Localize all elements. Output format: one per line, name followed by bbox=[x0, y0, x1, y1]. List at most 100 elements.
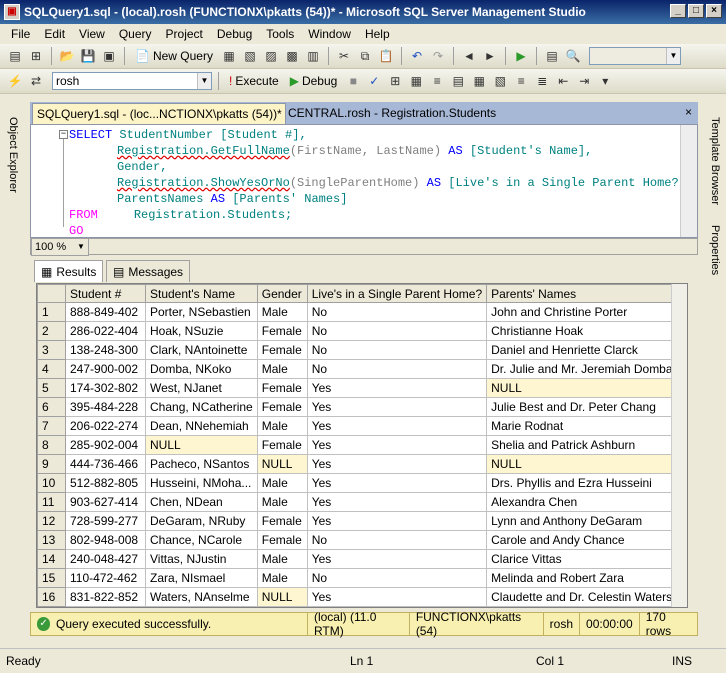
table-cell[interactable]: 138-248-300 bbox=[65, 340, 146, 360]
table-cell[interactable]: Waters, NAnselme bbox=[145, 587, 258, 607]
table-cell[interactable]: Yes bbox=[306, 378, 488, 398]
zoom-dropdown-icon[interactable]: ▼ bbox=[74, 238, 88, 255]
table-cell[interactable]: Yes bbox=[306, 492, 488, 512]
template-browser-tab[interactable]: Template Browser bbox=[709, 117, 721, 205]
mdx-query-icon[interactable]: ▧ bbox=[241, 47, 259, 65]
table-row[interactable]: 12 728-599-277 DeGaram, NRuby Female Yes Lynn… bbox=[37, 511, 678, 531]
menu-edit[interactable]: Edit bbox=[37, 27, 72, 41]
specify-values-icon[interactable]: ▾ bbox=[596, 72, 614, 90]
table-row[interactable]: 14 240-048-427 Vittas, NJustin Male Yes Clari… bbox=[37, 549, 678, 569]
table-row[interactable]: 4 247-900-002 Domba, NKoko Male No Dr. Julie … bbox=[37, 359, 678, 379]
table-row[interactable]: 2 286-022-404 Hoak, NSuzie Female No Christia… bbox=[37, 321, 678, 341]
xmla-query-icon[interactable]: ▩ bbox=[283, 47, 301, 65]
table-row[interactable]: 9 444-736-466 Pacheco, NSantos NULL Yes NULL bbox=[37, 454, 678, 474]
table-row[interactable]: 7 206-022-274 Dean, NNehemiah Male Yes Marie … bbox=[37, 416, 678, 436]
tab-results[interactable]: ▦ Results bbox=[34, 260, 104, 282]
table-cell[interactable]: Clark, NAntoinette bbox=[145, 340, 258, 360]
table-cell[interactable]: Pacheco, NSantos bbox=[145, 454, 258, 474]
table-cell[interactable]: 174-302-802 bbox=[65, 378, 146, 398]
table-row[interactable]: 15 110-472-462 Zara, NIsmael Male No Melinda … bbox=[37, 568, 678, 588]
table-cell[interactable]: Yes bbox=[306, 473, 488, 493]
table-cell[interactable]: Drs. Phyllis and Ezra Husseini bbox=[486, 473, 678, 493]
start-debug-icon[interactable]: ▶ bbox=[512, 47, 530, 65]
editor-scrollbar[interactable] bbox=[680, 125, 697, 237]
collapse-icon[interactable]: − bbox=[59, 130, 68, 139]
query-editor[interactable]: − SELECT StudentNumber [Student #], Regi… bbox=[30, 124, 698, 238]
minimize-button[interactable]: _ bbox=[670, 4, 686, 18]
find-icon[interactable]: 🔍 bbox=[564, 47, 582, 65]
uncomment-icon[interactable]: ≣ bbox=[533, 72, 551, 90]
grid-scrollbar[interactable] bbox=[671, 284, 687, 607]
copy-icon[interactable]: ⧉ bbox=[356, 47, 374, 65]
table-cell[interactable]: Male bbox=[256, 416, 308, 436]
query-designer-icon[interactable]: ▦ bbox=[407, 72, 425, 90]
table-cell[interactable]: NULL bbox=[256, 454, 308, 474]
table-cell[interactable]: West, NJanet bbox=[145, 378, 258, 398]
dax-query-icon[interactable]: ▥ bbox=[304, 47, 322, 65]
new-project-icon[interactable]: ▤ bbox=[6, 47, 24, 65]
close-tab-icon[interactable]: × bbox=[685, 105, 692, 119]
row-number[interactable]: 13 bbox=[37, 530, 66, 550]
col-header-gender[interactable]: Gender bbox=[256, 284, 308, 303]
estimated-plan-icon[interactable]: ⊞ bbox=[386, 72, 404, 90]
table-cell[interactable]: Chen, NDean bbox=[145, 492, 258, 512]
solution-explorer-icon[interactable]: ▤ bbox=[543, 47, 561, 65]
table-cell[interactable]: Claudette and Dr. Celestin Waters bbox=[486, 587, 678, 607]
table-row[interactable]: 10 512-882-805 Husseini, NMoha... Male Yes Dr… bbox=[37, 473, 678, 493]
table-cell[interactable]: 110-472-462 bbox=[65, 568, 146, 588]
table-cell[interactable]: Daniel and Henriette Clarck bbox=[486, 340, 678, 360]
row-number[interactable]: 14 bbox=[37, 549, 66, 569]
connect-icon[interactable]: ⚡ bbox=[6, 72, 24, 90]
table-cell[interactable]: Christianne Hoak bbox=[486, 321, 678, 341]
table-cell[interactable]: No bbox=[306, 340, 488, 360]
results-to-file-icon[interactable]: ▧ bbox=[491, 72, 509, 90]
col-header-parents-names[interactable]: Parents' Names bbox=[486, 284, 678, 303]
row-number[interactable]: 16 bbox=[37, 587, 66, 607]
table-cell[interactable]: Yes bbox=[306, 416, 488, 436]
save-all-icon[interactable]: ▣ bbox=[100, 47, 118, 65]
menu-tools[interactable]: Tools bbox=[259, 27, 301, 41]
table-cell[interactable]: 247-900-002 bbox=[65, 359, 146, 379]
table-cell[interactable]: NULL bbox=[486, 378, 678, 398]
dmx-query-icon[interactable]: ▨ bbox=[262, 47, 280, 65]
table-cell[interactable]: Female bbox=[256, 397, 308, 417]
table-cell[interactable]: Female bbox=[256, 340, 308, 360]
table-row[interactable]: 3 138-248-300 Clark, NAntoinette Female No Da… bbox=[37, 340, 678, 360]
navigate-back-icon[interactable]: ◄ bbox=[460, 47, 478, 65]
row-number[interactable]: 15 bbox=[37, 568, 66, 588]
row-number[interactable]: 12 bbox=[37, 511, 66, 531]
table-cell[interactable]: John and Christine Porter bbox=[486, 302, 678, 322]
open-file-icon[interactable]: 📂 bbox=[58, 47, 76, 65]
table-cell[interactable]: Melinda and Robert Zara bbox=[486, 568, 678, 588]
col-header-single-parent[interactable]: Live's in a Single Parent Home? bbox=[306, 284, 488, 303]
table-cell[interactable]: Dr. Julie and Mr. Jeremiah Domba bbox=[486, 359, 678, 379]
table-cell[interactable]: Yes bbox=[306, 587, 488, 607]
table-cell[interactable]: Husseini, NMoha... bbox=[145, 473, 258, 493]
table-cell[interactable]: 444-736-466 bbox=[65, 454, 146, 474]
row-number[interactable]: 8 bbox=[37, 435, 66, 455]
table-cell[interactable]: Lynn and Anthony DeGaram bbox=[486, 511, 678, 531]
table-cell[interactable]: NULL bbox=[145, 435, 258, 455]
change-connection-icon[interactable]: ⇄ bbox=[27, 72, 45, 90]
results-to-text-icon[interactable]: ▤ bbox=[449, 72, 467, 90]
table-cell[interactable]: NULL bbox=[486, 454, 678, 474]
table-cell[interactable]: DeGaram, NRuby bbox=[145, 511, 258, 531]
database-dropdown-icon[interactable]: ▼ bbox=[197, 73, 211, 89]
save-icon[interactable]: 💾 bbox=[79, 47, 97, 65]
menu-file[interactable]: File bbox=[4, 27, 37, 41]
table-cell[interactable]: 903-627-414 bbox=[65, 492, 146, 512]
table-cell[interactable]: Carole and Andy Chance bbox=[486, 530, 678, 550]
menu-help[interactable]: Help bbox=[358, 27, 397, 41]
maximize-button[interactable]: □ bbox=[688, 4, 704, 18]
menu-query[interactable]: Query bbox=[112, 27, 159, 41]
cut-icon[interactable]: ✂ bbox=[335, 47, 353, 65]
indent-icon[interactable]: ⇥ bbox=[575, 72, 593, 90]
table-cell[interactable]: 240-048-427 bbox=[65, 549, 146, 569]
table-cell[interactable]: Female bbox=[256, 378, 308, 398]
db-engine-query-icon[interactable]: ▦ bbox=[220, 47, 238, 65]
table-cell[interactable]: Julie Best and Dr. Peter Chang bbox=[486, 397, 678, 417]
row-number[interactable]: 6 bbox=[37, 397, 66, 417]
table-row[interactable]: 16 831-822-852 Waters, NAnselme NULL Yes Clau… bbox=[37, 587, 678, 607]
table-row[interactable]: 8 285-902-004 NULL Female Yes Shelia and Patr… bbox=[37, 435, 678, 455]
row-number[interactable]: 4 bbox=[37, 359, 66, 379]
